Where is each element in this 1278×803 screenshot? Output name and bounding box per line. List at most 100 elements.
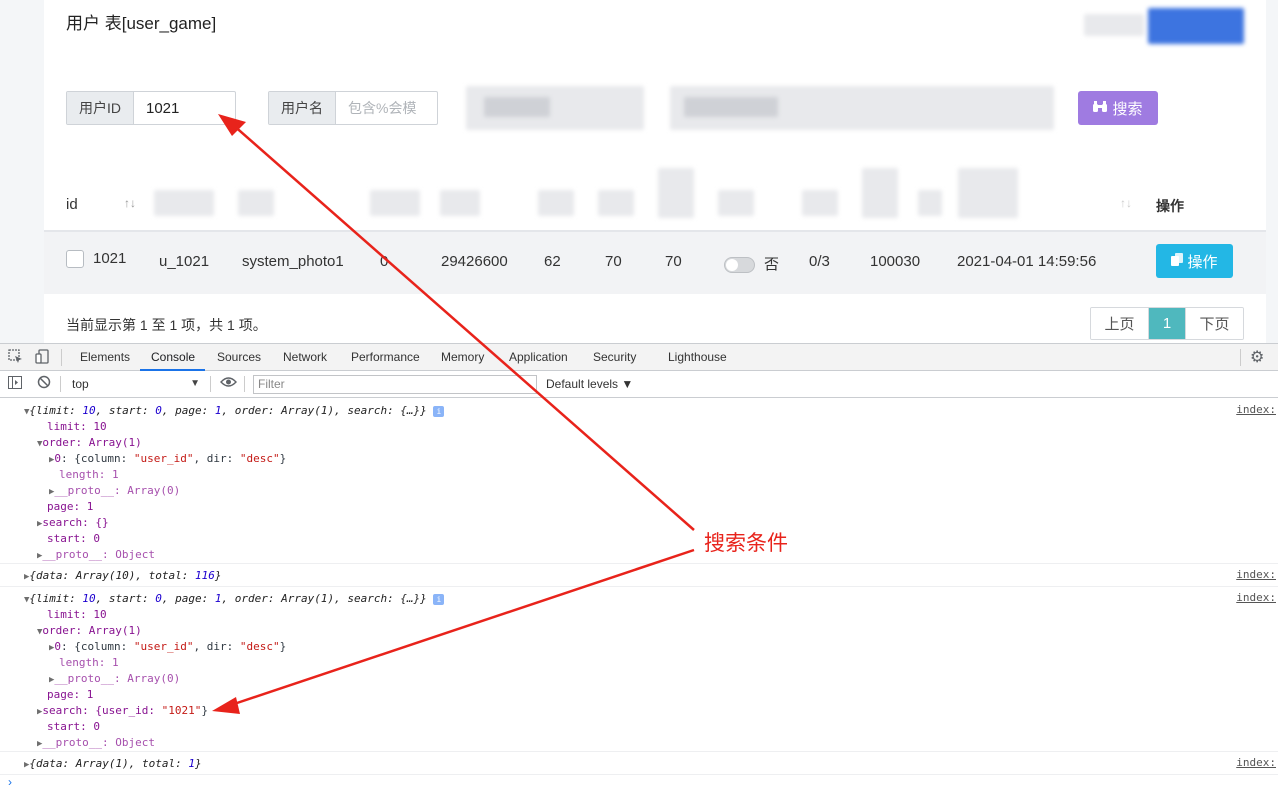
devtools-tabbar: Elements Console Sources Network Perform… xyxy=(0,343,1278,371)
log-prop-proto[interactable]: ▶__proto__: Array(0) xyxy=(49,671,180,687)
log-prop-order-0[interactable]: ▶0: {column: "user_id", dir: "desc"} xyxy=(49,451,286,467)
toolbar-separator xyxy=(210,376,211,392)
pagination: 上页 1 下页 xyxy=(1090,307,1244,340)
blurred-col-header xyxy=(658,168,694,218)
cell-col8: 70 xyxy=(665,253,682,270)
prev-page-button[interactable]: 上页 xyxy=(1091,308,1149,339)
cell-col6: 62 xyxy=(544,253,561,270)
page-1-button[interactable]: 1 xyxy=(1149,308,1185,339)
console-entry: ▼{limit: 10, start: 0, page: 1, order: A… xyxy=(0,587,1278,752)
tab-sources[interactable]: Sources xyxy=(217,350,261,364)
console-prompt-icon[interactable]: › xyxy=(8,775,12,789)
blurred-col-header xyxy=(440,190,480,216)
log-prop-order[interactable]: ▼order: Array(1) xyxy=(37,623,142,639)
col-header-ops: 操作 xyxy=(1156,198,1184,214)
tab-network[interactable]: Network xyxy=(283,350,327,364)
cell-id: 1021 xyxy=(93,250,127,267)
cell-col5: 29426600 xyxy=(441,253,508,270)
tab-memory[interactable]: Memory xyxy=(441,350,484,364)
sidebar-toggle-icon[interactable] xyxy=(8,376,22,392)
row-checkbox[interactable] xyxy=(66,250,84,268)
blurred-col-header xyxy=(538,190,574,216)
blurred-col-header xyxy=(154,190,214,216)
blurred-col-header xyxy=(862,168,898,218)
console-toolbar: top ▼ Filter Default levels ▼ xyxy=(0,371,1278,398)
log-prop-search[interactable]: ▶search: {} xyxy=(37,515,109,531)
cell-col11: 100030 xyxy=(870,253,921,270)
source-link[interactable]: index: xyxy=(1236,591,1276,604)
log-summary[interactable]: ▼{limit: 10, start: 0, page: 1, order: A… xyxy=(24,591,445,607)
log-prop-search[interactable]: ▶search: {user_id: "1021"} xyxy=(37,703,208,719)
tab-performance[interactable]: Performance xyxy=(351,350,420,364)
blurred-avatar xyxy=(1148,8,1244,44)
tab-application[interactable]: Application xyxy=(509,350,568,364)
dropdown-arrow-icon: ▼ xyxy=(190,378,200,389)
device-toolbar-icon[interactable] xyxy=(35,349,50,367)
context-selector-value: top xyxy=(72,377,89,391)
col-header-id[interactable]: id xyxy=(66,196,78,213)
clear-console-icon[interactable] xyxy=(37,375,51,392)
log-prop: start: 0 xyxy=(47,532,100,545)
blurred-col-header xyxy=(598,190,634,216)
log-prop: page: 1 xyxy=(47,500,94,513)
username-label: 用户名 xyxy=(269,92,336,124)
devtools-panel: Elements Console Sources Network Perform… xyxy=(0,343,1278,803)
blurred-filter-3-label xyxy=(484,97,550,117)
toggle-label: 否 xyxy=(764,256,780,273)
sort-icon[interactable]: ↑↓ xyxy=(1120,196,1132,210)
log-prop: length: 1 xyxy=(59,656,119,669)
console-filter-input[interactable]: Filter xyxy=(253,375,537,394)
blurred-col-header xyxy=(238,190,274,216)
row-action-button[interactable]: 操作 xyxy=(1156,244,1233,278)
source-link[interactable]: index: xyxy=(1236,403,1276,416)
cell-username: u_1021 xyxy=(159,253,210,270)
log-prop-proto[interactable]: ▶__proto__: Object xyxy=(37,547,155,563)
sort-icon[interactable]: ↑↓ xyxy=(124,196,136,210)
user-id-input[interactable] xyxy=(134,92,230,124)
log-prop-order[interactable]: ▼order: Array(1) xyxy=(37,435,142,451)
next-page-button[interactable]: 下页 xyxy=(1185,308,1243,339)
blurred-col-header xyxy=(370,190,420,216)
tab-elements[interactable]: Elements xyxy=(80,350,130,364)
search-button-label: 搜索 xyxy=(1112,100,1143,118)
username-filter: 用户名 xyxy=(268,91,438,125)
tab-console[interactable]: Console xyxy=(151,350,195,364)
log-prop: length: 1 xyxy=(59,468,119,481)
gear-icon[interactable]: ⚙ xyxy=(1250,347,1264,367)
log-prop-order-0[interactable]: ▶0: {column: "user_id", dir: "desc"} xyxy=(49,639,286,655)
cell-col10: 0/3 xyxy=(809,253,830,270)
log-summary[interactable]: ▼{limit: 10, start: 0, page: 1, order: A… xyxy=(24,403,445,419)
blurred-filter-4-label xyxy=(684,97,778,117)
tab-lighthouse[interactable]: Lighthouse xyxy=(668,350,727,364)
tab-separator xyxy=(61,349,62,366)
log-levels-dropdown[interactable]: Default levels ▼ xyxy=(546,377,633,391)
source-link[interactable]: index: xyxy=(1236,756,1276,769)
log-prop: start: 0 xyxy=(47,720,100,733)
table-row: 1021 u_1021 system_photo1 0 29426600 62 … xyxy=(44,232,1266,294)
blurred-user-info xyxy=(1084,14,1144,36)
log-prop-proto[interactable]: ▶__proto__: Array(0) xyxy=(49,483,180,499)
eye-icon[interactable] xyxy=(220,375,237,391)
user-id-label: 用户ID xyxy=(67,92,134,124)
row-action-label: 操作 xyxy=(1187,253,1218,271)
console-entry: ▶{data: Array(1), total: 1} index: xyxy=(0,753,1278,775)
screenshot-root: 用户 表[user_game] 用户ID 用户名 搜索 xyxy=(0,0,1278,803)
user-id-filter: 用户ID xyxy=(66,91,236,125)
toolbar-separator xyxy=(244,376,245,392)
tab-security[interactable]: Security xyxy=(593,350,636,364)
blurred-col-header xyxy=(802,190,838,216)
log-prop-proto[interactable]: ▶__proto__: Object xyxy=(37,735,155,751)
search-button[interactable]: 搜索 xyxy=(1078,91,1158,125)
inspect-element-icon[interactable] xyxy=(8,349,23,367)
username-input[interactable] xyxy=(336,92,432,124)
info-icon: i xyxy=(433,594,445,605)
log-result[interactable]: ▶{data: Array(10), total: 116} xyxy=(24,568,222,584)
cell-photo: system_photo1 xyxy=(242,253,344,270)
source-link[interactable]: index: xyxy=(1236,568,1276,581)
context-selector[interactable]: top ▼ xyxy=(66,375,204,393)
console-entry: ▼{limit: 10, start: 0, page: 1, order: A… xyxy=(0,399,1278,564)
row-toggle-switch[interactable] xyxy=(724,257,755,273)
log-result[interactable]: ▶{data: Array(1), total: 1} xyxy=(24,756,202,772)
toolbar-separator xyxy=(60,376,61,392)
pagination-info: 当前显示第 1 至 1 项，共 1 项。 xyxy=(66,317,267,333)
